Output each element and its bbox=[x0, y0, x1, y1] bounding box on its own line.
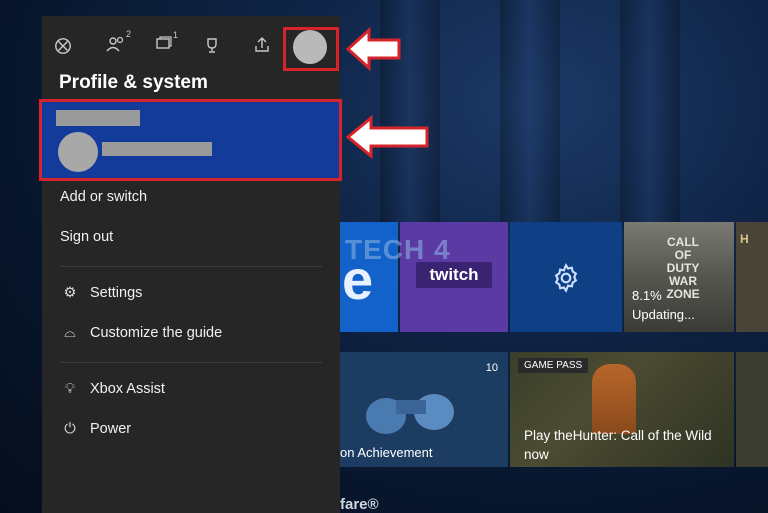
panel-title: Profile & system bbox=[59, 72, 208, 93]
game-tile[interactable]: H bbox=[736, 222, 768, 332]
binoculars-icon bbox=[366, 394, 454, 434]
chat-icon bbox=[156, 36, 172, 49]
people-icon bbox=[106, 36, 124, 52]
sign-out-label: Sign out bbox=[60, 229, 114, 245]
xbox-assist-label: Xbox Assist bbox=[90, 381, 165, 397]
add-or-switch-button[interactable]: Add or switch bbox=[60, 189, 147, 205]
trophy-icon[interactable] bbox=[204, 37, 220, 54]
friends-badge: 2 bbox=[126, 29, 132, 39]
lightbulb-icon: 💡︎ bbox=[64, 381, 76, 397]
gear-icon bbox=[554, 263, 578, 293]
highlight-box bbox=[39, 99, 342, 181]
achievement-tile[interactable]: 10 on Achievement bbox=[340, 352, 508, 467]
share-icon[interactable] bbox=[253, 36, 271, 54]
add-or-switch-label: Add or switch bbox=[60, 189, 148, 205]
menu-divider bbox=[60, 362, 322, 363]
menu-divider bbox=[60, 266, 322, 267]
gear-icon: ⚙ bbox=[63, 285, 77, 301]
settings-tile[interactable] bbox=[510, 222, 622, 332]
hunter-figure bbox=[592, 364, 636, 434]
update-status: Updating... bbox=[632, 307, 695, 322]
highlight-box bbox=[283, 27, 339, 71]
settings-button[interactable]: ⚙ Settings bbox=[60, 285, 143, 301]
parties-badge: 1 bbox=[173, 30, 179, 40]
game-tile-label: H bbox=[740, 232, 749, 246]
hunter-tile[interactable]: GAME PASS Play theHunter: Call of the Wi… bbox=[510, 352, 734, 467]
annotation-arrow bbox=[345, 115, 429, 159]
annotation-arrow bbox=[345, 27, 401, 71]
customize-guide-label: Customize the guide bbox=[90, 325, 223, 341]
power-label: Power bbox=[90, 421, 132, 437]
bottom-tile-text: fare® bbox=[340, 496, 379, 513]
warzone-tile[interactable]: CALL OF DUTY WAR ZONE 8.1% Updating... bbox=[624, 222, 734, 332]
guide-panel: 2 1 Profile & system Add or switch Sign … bbox=[42, 16, 340, 513]
warzone-title: CALL OF DUTY WAR ZONE bbox=[666, 235, 700, 301]
achievement-text: on Achievement bbox=[340, 445, 433, 460]
gamerscore-value: 10 bbox=[485, 362, 498, 374]
customize-guide-button[interactable]: ⌓ Customize the guide bbox=[60, 325, 222, 341]
settings-label: Settings bbox=[90, 285, 143, 301]
hunter-title: Play theHunter: Call of the Wild now bbox=[524, 428, 712, 462]
power-icon: ⏻ bbox=[64, 421, 76, 437]
xbox-icon[interactable] bbox=[54, 37, 72, 55]
watermark-text: TECH 4 bbox=[345, 234, 451, 265]
friends-icon[interactable]: 2 bbox=[106, 29, 131, 58]
background-decoration bbox=[620, 0, 680, 230]
sign-out-button[interactable]: Sign out bbox=[60, 229, 113, 245]
gamepass-badge: GAME PASS bbox=[518, 358, 589, 373]
customize-icon: ⌓ bbox=[64, 325, 76, 341]
parties-icon[interactable]: 1 bbox=[155, 30, 178, 57]
update-progress: 8.1% bbox=[632, 288, 662, 303]
background-decoration bbox=[500, 0, 560, 230]
power-button[interactable]: ⏻ Power bbox=[60, 421, 131, 437]
game-tile[interactable] bbox=[736, 352, 768, 467]
xbox-assist-button[interactable]: 💡︎ Xbox Assist bbox=[60, 381, 165, 397]
